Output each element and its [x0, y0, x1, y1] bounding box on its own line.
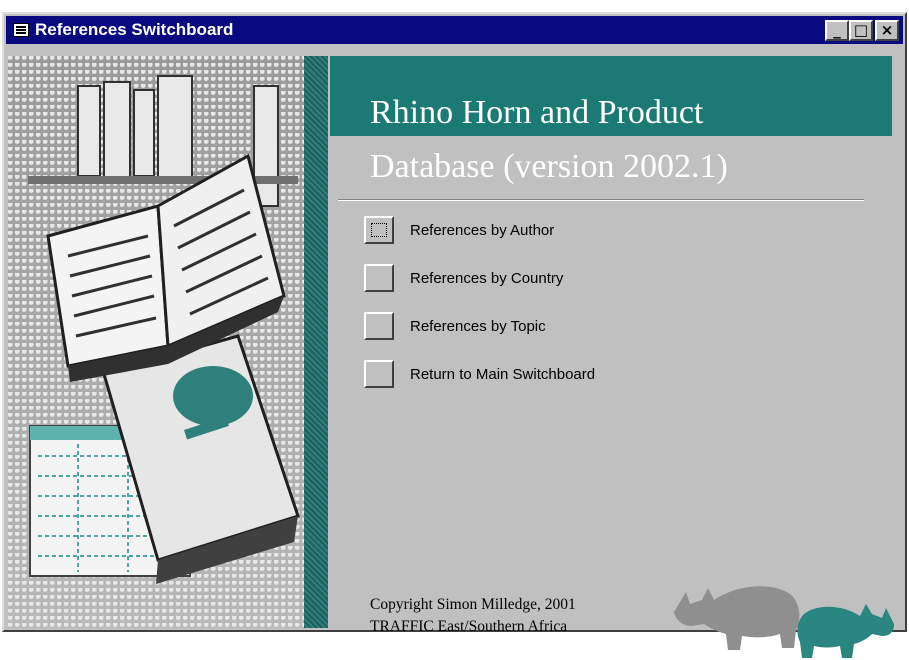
- title-bar[interactable]: References Switchboard _ □ ×: [6, 16, 903, 44]
- window-title: References Switchboard: [35, 20, 234, 39]
- references-switchboard-window: References Switchboard _ □ × Rhino Horn …: [2, 12, 907, 658]
- menu-item-references-by-topic: References by Topic: [364, 312, 546, 340]
- rhino-icon: [797, 604, 894, 658]
- rhino-icon: [674, 586, 800, 650]
- copyright-line: Copyright Simon Milledge, 2001: [370, 596, 576, 613]
- switchboard-form: Rhino Horn and Product Database (version…: [8, 50, 901, 658]
- copyright-notice: Copyright Simon Milledge, 2001 TRAFFIC E…: [370, 594, 576, 638]
- references-by-topic-button[interactable]: [364, 312, 394, 340]
- close-icon: ×: [880, 20, 894, 39]
- maximize-button[interactable]: □: [849, 19, 873, 41]
- books-illustration-icon: [28, 75, 300, 584]
- form-icon: [13, 23, 29, 37]
- close-button[interactable]: ×: [875, 19, 899, 41]
- minimize-button[interactable]: _: [825, 19, 849, 41]
- menu-label[interactable]: References by Author: [410, 222, 554, 239]
- books-illustration: [8, 56, 304, 628]
- decorative-strip: [304, 56, 328, 628]
- references-by-author-button[interactable]: [364, 216, 394, 244]
- return-to-main-switchboard-button[interactable]: [364, 360, 394, 388]
- menu-item-references-by-author: References by Author: [364, 216, 554, 244]
- menu-label[interactable]: References by Topic: [410, 318, 546, 335]
- menu-label[interactable]: Return to Main Switchboard: [410, 366, 595, 383]
- menu-label[interactable]: References by Country: [410, 270, 563, 287]
- references-by-country-button[interactable]: [364, 264, 394, 292]
- database-title-line1: Rhino Horn and Product: [370, 94, 704, 131]
- header-divider: [338, 199, 864, 201]
- database-title-line2: Database (version 2002.1): [370, 148, 728, 185]
- menu-item-return-to-main-switchboard: Return to Main Switchboard: [364, 360, 595, 388]
- window-controls: _ □ ×: [825, 19, 899, 41]
- menu-item-references-by-country: References by Country: [364, 264, 563, 292]
- maximize-icon: □: [853, 20, 869, 39]
- minimize-icon: _: [833, 20, 841, 39]
